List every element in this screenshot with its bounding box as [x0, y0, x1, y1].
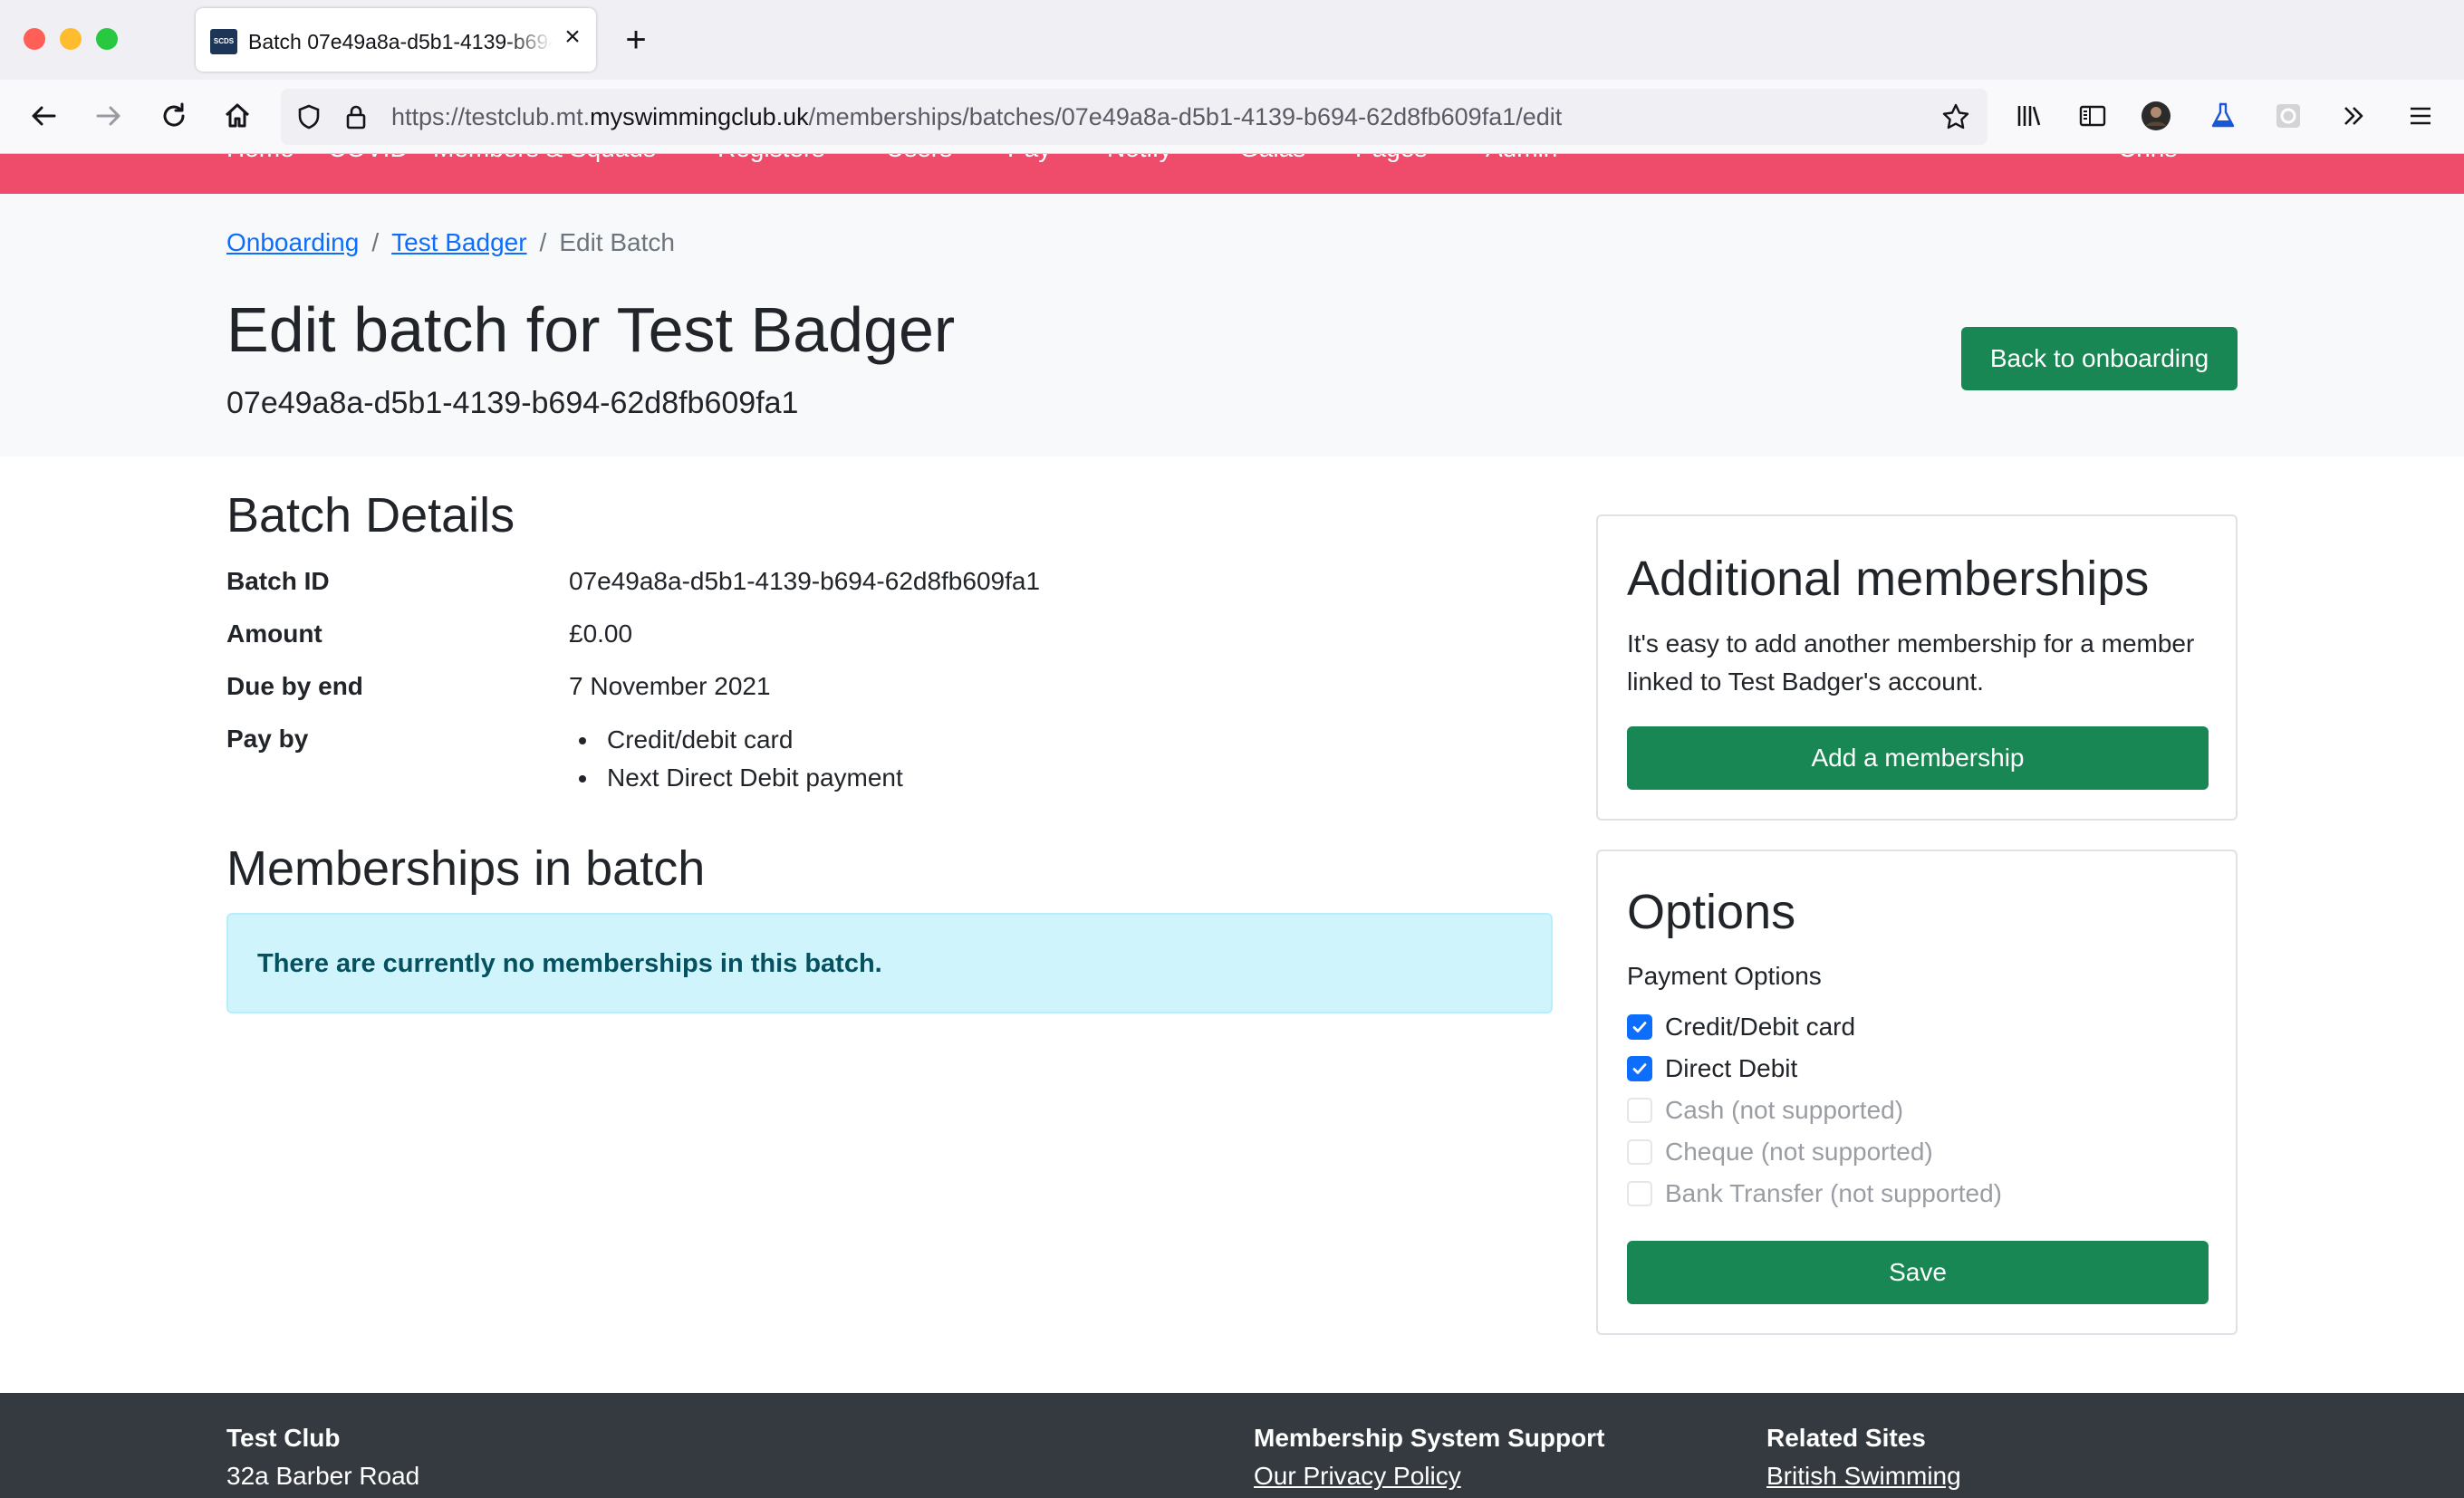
due-label: Due by end: [226, 672, 363, 700]
site-nav-user-menu[interactable]: Chris: [2118, 154, 2177, 163]
breadcrumb: Onboarding / Test Badger / Edit Batch: [226, 228, 675, 257]
save-button[interactable]: Save: [1627, 1241, 2209, 1304]
batch-id-value: 07e49a8a-d5b1-4139-b694-62d8fb609fa1: [569, 567, 1041, 595]
footer-support-heading: Membership System Support: [1254, 1424, 1605, 1452]
batch-id-label: Batch ID: [226, 567, 330, 595]
site-nav-covid[interactable]: COVID: [328, 154, 409, 163]
checkbox-unchecked-icon: [1627, 1181, 1652, 1206]
site-navigation: Home COVID Members & Squads Registers Us…: [0, 154, 2464, 194]
breadcrumb-test-badger[interactable]: Test Badger: [391, 228, 526, 256]
window-close-button[interactable]: [24, 28, 45, 50]
overflow-chevrons-icon[interactable]: [2334, 96, 2373, 136]
checkbox-unchecked-icon: [1627, 1098, 1652, 1123]
site-nav-galas[interactable]: Galas: [1239, 154, 1305, 163]
window-minimize-button[interactable]: [60, 28, 82, 50]
window-zoom-button[interactable]: [96, 28, 118, 50]
additional-memberships-title: Additional memberships: [1627, 552, 2150, 606]
pay-methods-list: Credit/debit card Next Direct Debit paym…: [600, 721, 903, 797]
footer-club-address: 32a Barber Road: [226, 1462, 420, 1490]
extension-icon[interactable]: [2268, 96, 2308, 136]
add-membership-button[interactable]: Add a membership: [1627, 726, 2209, 790]
checkbox-checked-icon[interactable]: [1627, 1014, 1652, 1040]
direct-debit-checkbox[interactable]: Direct Debit: [1627, 1054, 1797, 1083]
reload-icon[interactable]: [154, 96, 194, 136]
account-avatar-icon[interactable]: [2136, 96, 2176, 136]
list-item: Next Direct Debit payment: [600, 759, 903, 797]
new-tab-icon[interactable]: +: [616, 20, 656, 60]
site-nav-members-squads[interactable]: Members & Squads: [433, 154, 656, 163]
options-card: Options Payment Options Credit/Debit car…: [1596, 850, 2238, 1335]
cheque-checkbox: Cheque (not supported): [1627, 1138, 1933, 1167]
browser-tab-bar: SCDS Batch 07e49a8a-d5b1-4139-b694-62d8f…: [0, 0, 2464, 80]
payment-options-label: Payment Options: [1627, 962, 1822, 990]
site-nav-users[interactable]: Users: [886, 154, 952, 163]
checkbox-label: Direct Debit: [1665, 1054, 1798, 1082]
due-value: 7 November 2021: [569, 672, 771, 700]
breadcrumb-onboarding[interactable]: Onboarding: [226, 228, 359, 256]
memberships-heading: Memberships in batch: [226, 841, 706, 896]
site-nav-home[interactable]: Home: [226, 154, 294, 163]
footer-club-name: Test Club: [226, 1424, 341, 1452]
labs-flask-icon[interactable]: [2203, 96, 2243, 136]
pay-by-label: Pay by: [226, 725, 309, 753]
breadcrumb-separator: /: [539, 228, 547, 256]
checkbox-unchecked-icon: [1627, 1139, 1652, 1165]
sidebar-icon[interactable]: [2073, 96, 2113, 136]
address-bar[interactable]: https://testclub.mt.myswimmingclub.uk/me…: [281, 89, 1988, 145]
additional-memberships-text: It's easy to add another membership for …: [1627, 629, 2195, 696]
checkbox-label: Cheque (not supported): [1665, 1138, 1933, 1166]
footer-privacy-link[interactable]: Our Privacy Policy: [1254, 1462, 1461, 1491]
site-nav-registers[interactable]: Registers: [717, 154, 824, 163]
menu-hamburger-icon[interactable]: [2401, 96, 2440, 136]
url-text: https://testclub.mt.myswimmingclub.uk/me…: [391, 103, 1563, 130]
site-nav-admin[interactable]: Admin: [1486, 154, 1557, 163]
site-nav-notify[interactable]: Notify: [1107, 154, 1172, 163]
checkbox-checked-icon[interactable]: [1627, 1056, 1652, 1081]
site-favicon-icon: SCDS: [210, 29, 237, 54]
breadcrumb-current: Edit Batch: [559, 228, 675, 256]
library-icon[interactable]: [2009, 96, 2049, 136]
checkbox-label: Bank Transfer (not supported): [1665, 1179, 2002, 1207]
amount-label: Amount: [226, 619, 322, 648]
additional-memberships-card: Additional memberships It's easy to add …: [1596, 514, 2238, 821]
tab-close-icon[interactable]: ×: [556, 21, 589, 53]
forward-arrow-icon[interactable]: [89, 96, 129, 136]
back-arrow-icon[interactable]: [24, 96, 63, 136]
empty-memberships-alert: There are currently no memberships in th…: [226, 913, 1553, 1013]
site-footer: Test Club 32a Barber Road Membership Sys…: [0, 1393, 2464, 1498]
browser-toolbar: https://testclub.mt.myswimmingclub.uk/me…: [0, 80, 2464, 154]
amount-value: £0.00: [569, 619, 633, 648]
page-title: Edit batch for Test Badger: [226, 294, 956, 365]
home-icon[interactable]: [217, 96, 257, 136]
site-nav-pay[interactable]: Pay: [1007, 154, 1051, 163]
batch-details-heading: Batch Details: [226, 488, 515, 543]
lock-icon[interactable]: [339, 100, 373, 134]
breadcrumb-separator: /: [371, 228, 380, 256]
browser-tab[interactable]: SCDS Batch 07e49a8a-d5b1-4139-b694-62d8f…: [196, 8, 596, 72]
checkbox-label: Credit/Debit card: [1665, 1013, 1856, 1041]
footer-related-heading: Related Sites: [1766, 1424, 1926, 1452]
tab-title: Batch 07e49a8a-d5b1-4139-b694-62d8fb609f…: [248, 30, 553, 53]
options-title: Options: [1627, 885, 1796, 939]
bank-transfer-checkbox: Bank Transfer (not supported): [1627, 1179, 2002, 1208]
bookmark-star-icon[interactable]: [1939, 100, 1973, 134]
credit-debit-card-checkbox[interactable]: Credit/Debit card: [1627, 1013, 1855, 1042]
page-subtitle: 07e49a8a-d5b1-4139-b694-62d8fb609fa1: [226, 386, 799, 420]
cash-checkbox: Cash (not supported): [1627, 1096, 1903, 1125]
checkbox-label: Cash (not supported): [1665, 1096, 1904, 1124]
list-item: Credit/debit card: [600, 721, 903, 759]
site-nav-pages[interactable]: Pages: [1355, 154, 1427, 163]
back-to-onboarding-button[interactable]: Back to onboarding: [1961, 327, 2238, 390]
page-header: Onboarding / Test Badger / Edit Batch Edit b…: [0, 194, 2464, 456]
tracking-shield-icon[interactable]: [292, 100, 326, 134]
footer-british-swimming-link[interactable]: British Swimming: [1766, 1462, 1961, 1491]
